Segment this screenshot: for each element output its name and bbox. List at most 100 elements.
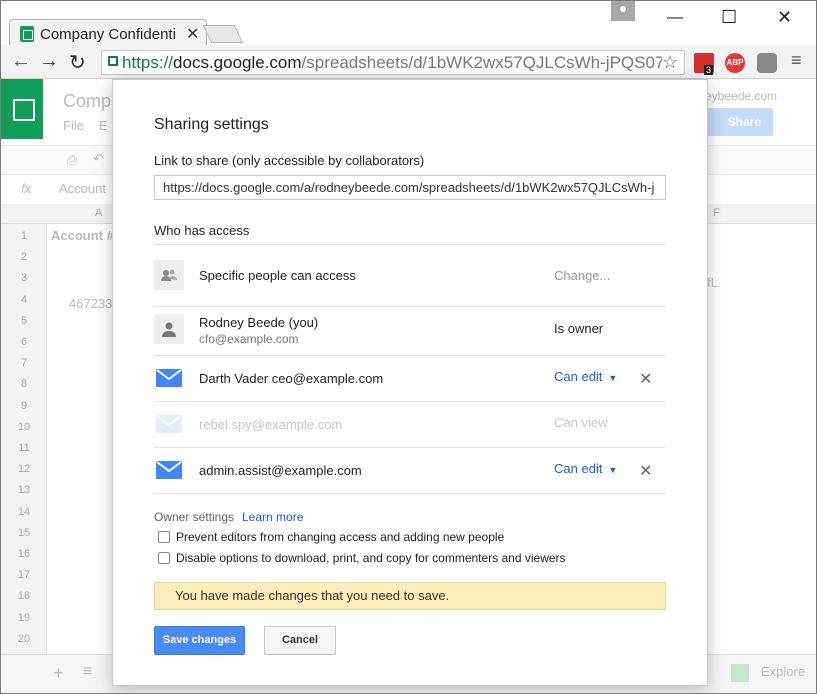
menu-file[interactable]: File [63,118,84,133]
mail-icon [156,415,182,433]
link-label: Link to share (only accessible by collab… [154,153,425,168]
row-number[interactable]: 2 [1,251,47,263]
browser-toolbar: ← → ↻ https://docs.google.com/spreadshee… [1,45,816,79]
cell-f3[interactable]: fL [707,275,718,290]
disable-download-checkbox[interactable] [158,552,170,564]
disable-download-label[interactable]: Disable options to download, print, and … [176,551,566,565]
extension-badge: 3 [704,65,714,75]
owner-email: eybeede.com [705,89,778,103]
prevent-editors-checkbox[interactable] [158,531,170,543]
share-button[interactable]: Share [705,108,773,136]
reload-icon[interactable]: ↻ [69,50,86,75]
unsaved-changes-warning: You have made changes that you need to s… [154,582,666,610]
extension-icon[interactable]: 3 [694,53,714,75]
owner-settings-label: Owner settings [154,510,235,524]
fx-icon: fx [21,181,32,196]
url-text: https://docs.google.com/spreadsheets/d/1… [122,53,662,72]
minimize-icon[interactable]: — [667,9,683,27]
cell-a4[interactable]: 467233 [69,296,112,311]
column-f-label[interactable]: F [713,207,720,219]
cell-a1[interactable]: Account # [51,228,114,243]
new-tab-button[interactable] [202,25,244,43]
divider [154,244,666,245]
explore-icon[interactable] [731,664,749,682]
maximize-icon[interactable]: ☐ [721,7,737,28]
divider [154,447,666,448]
learn-more-link[interactable]: Learn more [242,510,303,524]
row-number[interactable]: 7 [1,357,47,369]
divider [154,306,666,307]
people-icon [154,260,184,290]
profile-icon[interactable] [611,1,635,21]
change-access-link[interactable]: Change... [554,268,610,283]
who-has-access-heading: Who has access [154,223,250,238]
remove-person-icon[interactable]: ✕ [639,461,652,481]
row-number[interactable]: 17 [1,569,47,581]
save-changes-button[interactable]: Save changes [154,626,245,655]
formula-bar[interactable]: Account [59,181,106,196]
person-avatar-icon [154,314,184,344]
add-sheet-icon[interactable]: + [53,663,64,684]
divider [154,401,666,402]
row-number[interactable]: 18 [1,590,47,602]
row-number[interactable]: 3 [1,272,47,284]
permission-dropdown[interactable]: Can edit ▼ [554,369,617,384]
adblock-icon[interactable]: ABP [725,53,745,73]
share-link-input[interactable] [154,175,666,200]
row-number[interactable]: 8 [1,378,47,390]
mail-icon [156,461,182,479]
chevron-down-icon: ▼ [608,373,618,383]
sheets-logo-icon [1,79,43,139]
row-number[interactable]: 12 [1,463,47,475]
cancel-button[interactable]: Cancel [264,626,336,655]
row-number[interactable]: 9 [1,400,47,412]
remove-person-icon[interactable]: ✕ [639,369,652,389]
sheets-favicon-icon [20,26,34,42]
menu-edit[interactable]: E [99,118,108,133]
sheet-list-icon[interactable]: ≡ [83,663,92,681]
row-number[interactable]: 5 [1,315,47,327]
person-role: Is owner [554,321,604,336]
row-number[interactable]: 15 [1,527,47,539]
person-name: admin.assist@example.com [199,463,362,478]
explore-button[interactable]: Explore [761,664,805,679]
divider [154,493,666,494]
lock-icon [108,56,118,66]
forward-icon[interactable]: → [39,50,59,73]
permission-dropdown[interactable]: Can edit ▼ [554,461,617,476]
row-number[interactable]: 10 [1,421,47,433]
cast-icon[interactable] [757,53,777,73]
bookmark-star-icon[interactable]: ☆ [662,52,678,73]
column-a-label[interactable]: A [95,207,102,219]
row-number[interactable]: 19 [1,612,47,624]
window-close-icon[interactable]: ✕ [777,7,792,28]
divider [154,355,666,356]
row-number[interactable]: 4 [1,294,47,306]
permission-label: Can view [554,415,608,430]
chrome-menu-icon[interactable]: ≡ [791,50,802,71]
chevron-down-icon: ▼ [608,465,618,475]
row-number[interactable]: 13 [1,484,47,496]
row-number[interactable]: 20 [1,633,47,645]
sharing-dialog: Sharing settings Link to share (only acc… [112,79,708,686]
tab-title: Company Confidenti [40,26,176,43]
mail-icon [156,369,182,387]
person-name: rebel.spy@example.com [199,417,343,432]
row-number[interactable]: 16 [1,548,47,560]
print-icon[interactable]: ⎙ [67,152,77,168]
address-bar[interactable]: https://docs.google.com/spreadsheets/d/1… [101,50,685,75]
undo-icon[interactable]: ↶ [93,151,104,167]
browser-tab[interactable]: Company Confidenti ✕ [9,19,207,47]
person-name: Darth Vader ceo@example.com [199,371,384,386]
browser-titlebar: Company Confidenti ✕ — ☐ ✕ [1,1,816,47]
row-number[interactable]: 11 [1,442,47,454]
person-email: cfo@example.com [199,332,299,346]
tab-close-icon[interactable]: ✕ [186,24,199,44]
row-number[interactable]: 14 [1,506,47,518]
person-name: Rodney Beede (you) [199,315,319,330]
back-icon[interactable]: ← [11,50,31,73]
prevent-editors-label[interactable]: Prevent editors from changing access and… [176,530,504,544]
access-level-label: Specific people can access [199,268,356,283]
row-number[interactable]: 1 [1,230,47,242]
row-number[interactable]: 6 [1,336,47,348]
